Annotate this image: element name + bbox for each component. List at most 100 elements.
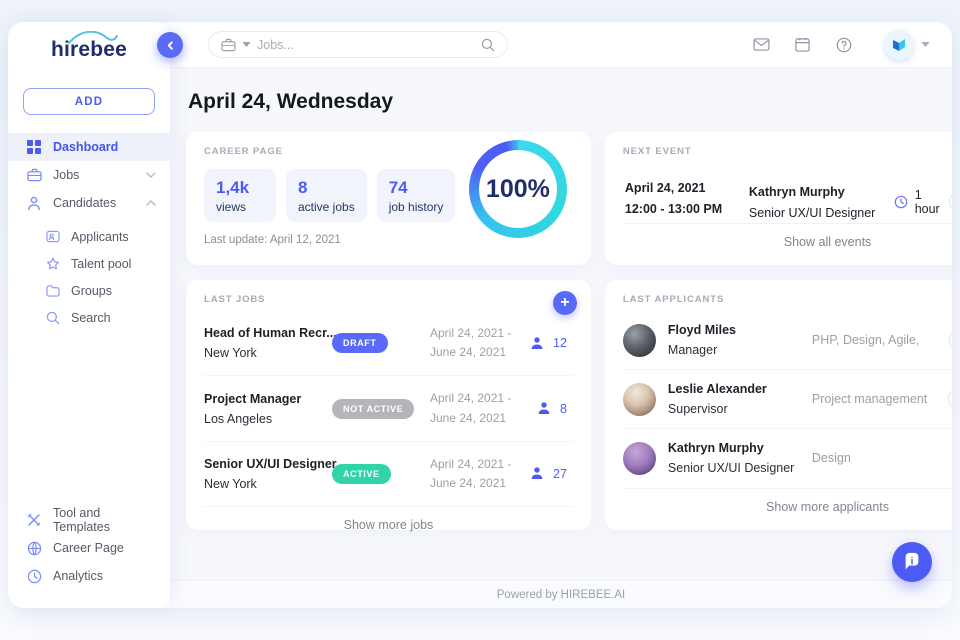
event-time: 12:00 - 13:00 PM: [624, 202, 723, 216]
footer: Powered by HIREBEE.AI: [170, 580, 952, 608]
chevron-down-icon[interactable]: [242, 42, 251, 47]
next-event-card: NEXT EVENT April 24, 2021 12:00 - 13:00 …: [604, 132, 952, 265]
chevron-left-icon: [165, 40, 176, 51]
main-area: April 24, Wednesday CAREER PAGE 1,4k vie…: [170, 22, 952, 608]
applicant-name: Kathryn Murphy: [667, 441, 764, 455]
applicant-name: Leslie Alexander: [667, 382, 767, 396]
job-row[interactable]: Senior UX/UI Designer New York ACTIVE Ap…: [204, 442, 573, 506]
avatar[interactable]: [884, 29, 914, 60]
applicant-tags: Project management: [811, 392, 928, 406]
info-bubble-icon: i: [902, 552, 922, 572]
calendar-icon[interactable]: [794, 36, 811, 53]
user-fill-icon: [530, 466, 545, 481]
search-bar[interactable]: [208, 31, 508, 58]
stat-active-jobs: 8 active jobs: [286, 169, 367, 222]
last-jobs-card: LAST JOBS + Head of Human Recr... New Yo…: [186, 280, 591, 532]
applicant-row[interactable]: Floyd Miles Manager PHP, Design, Agile, …: [622, 311, 952, 370]
job-status-badge: NOT ACTIVE: [332, 398, 415, 419]
sidebar-item-candidates[interactable]: Candidates: [8, 189, 170, 217]
logo-swoosh-icon: [67, 31, 118, 44]
avatar: [622, 323, 656, 357]
event-person: Kathryn Murphy: [748, 184, 845, 199]
event-row[interactable]: April 24, 2021 12:00 - 13:00 PM Kathryn …: [623, 181, 952, 223]
donut-percent: 100%: [485, 174, 550, 203]
sidebar-item-jobs[interactable]: Jobs: [8, 161, 170, 189]
add-job-button[interactable]: +: [552, 291, 577, 315]
show-more-jobs-link[interactable]: Show more jobs: [204, 506, 573, 534]
sidebar-item-tools-templates[interactable]: Tool and Templates: [8, 506, 170, 534]
job-dates: April 24, 2021 - June 24, 2021: [430, 391, 512, 425]
job-dates: April 24, 2021 - June 24, 2021: [430, 456, 512, 490]
avatar-logo-icon: [893, 38, 905, 51]
card-title: NEXT EVENT: [622, 146, 692, 157]
applicant-tags: Design: [811, 451, 851, 465]
sidebar-item-dashboard[interactable]: Dashboard: [8, 133, 170, 161]
sidebar-item-search[interactable]: Search: [8, 304, 170, 331]
job-row[interactable]: Head of Human Recr... New York DRAFT Apr…: [204, 311, 573, 377]
completion-donut: 100%: [468, 140, 567, 238]
job-status-badge: DRAFT: [332, 333, 388, 354]
idcard-icon: [45, 229, 60, 244]
app-window: hirebee ADD Dashboard Jobs Candidates Ap…: [8, 22, 952, 608]
person-icon: [26, 195, 42, 211]
avatar: [622, 441, 656, 475]
sidebar-item-label: Jobs: [53, 168, 80, 182]
sidebar-item-career-page[interactable]: Career Page: [8, 534, 170, 562]
sidebar-item-label: Tool and Templates: [53, 506, 110, 534]
info-fab-button[interactable]: i: [892, 542, 932, 582]
user-menu[interactable]: [884, 29, 930, 60]
applicant-name: Floyd Miles: [667, 323, 736, 337]
job-title: Senior UX/UI Designer: [204, 456, 337, 471]
search-icon: [45, 310, 60, 325]
tools-icon: [26, 512, 42, 528]
card-title: CAREER PAGE: [204, 146, 283, 157]
sidebar-item-groups[interactable]: Groups: [8, 277, 170, 304]
stat-label: views: [216, 200, 247, 214]
sidebar-item-label: Analytics: [53, 569, 104, 583]
applicant-tags: PHP, Design, Agile,: [811, 333, 920, 347]
grid-icon: [26, 139, 42, 155]
sidebar-nav: Dashboard Jobs Candidates Applicants Tal…: [8, 133, 170, 331]
applicant-role: Senior UX/UI Designer: [667, 461, 795, 475]
event-role: Senior UX/UI Designer: [748, 205, 876, 220]
job-title: Project Manager: [204, 391, 302, 406]
job-title: Head of Human Recr...: [204, 326, 337, 341]
job-dates: April 24, 2021 - June 24, 2021: [430, 326, 512, 360]
event-duration: 1 hour: [914, 188, 940, 216]
applicant-role: Manager: [667, 343, 718, 357]
sidebar-collapse-button[interactable]: [157, 32, 183, 58]
applicant-count: 27: [553, 466, 567, 481]
add-button[interactable]: ADD: [23, 88, 155, 115]
search-icon[interactable]: [481, 38, 495, 52]
sidebar-item-analytics[interactable]: Analytics: [8, 562, 170, 590]
avatar: [622, 382, 656, 416]
stat-job-history: 74 job history: [376, 169, 456, 222]
card-title: LAST JOBS: [204, 294, 266, 305]
help-icon[interactable]: [835, 36, 852, 53]
search-input[interactable]: [257, 37, 475, 52]
event-type-badge: INTERVIEW: [948, 191, 952, 213]
briefcase-filter-icon[interactable]: [221, 38, 236, 52]
applicant-count: 8: [559, 401, 567, 416]
mail-icon[interactable]: [753, 36, 770, 53]
sidebar-item-talent-pool[interactable]: Talent pool: [8, 250, 170, 277]
show-more-applicants-link[interactable]: Show more applicants: [622, 488, 952, 516]
card-title: LAST APPLICANTS: [622, 294, 725, 305]
globe-icon: [26, 540, 42, 556]
svg-text:i: i: [911, 556, 914, 567]
last-applicants-card: LAST APPLICANTS + Floyd Miles Manager PH…: [604, 280, 952, 530]
sidebar-item-applicants[interactable]: Applicants: [8, 223, 170, 250]
logo-text: hirebee: [51, 31, 127, 62]
job-row[interactable]: Project Manager Los Angeles NOT ACTIVE A…: [204, 376, 573, 442]
last-update-text: Last update: April 12, 2021: [204, 234, 341, 246]
sidebar: hirebee ADD Dashboard Jobs Candidates Ap…: [8, 22, 183, 608]
stat-views: 1,4k views: [204, 169, 276, 222]
applicant-row[interactable]: Leslie Alexander Supervisor Project mana…: [622, 370, 952, 429]
applicant-row[interactable]: Kathryn Murphy Senior UX/UI Designer Des…: [622, 429, 952, 487]
chevron-down-icon: [146, 172, 156, 178]
show-all-events-link[interactable]: Show all events: [622, 223, 952, 251]
stat-value: 74: [388, 178, 408, 197]
applicant-status-badge: SHORTLIST: [947, 388, 952, 410]
logo[interactable]: hirebee: [8, 26, 170, 74]
chevron-down-icon[interactable]: [921, 42, 930, 47]
